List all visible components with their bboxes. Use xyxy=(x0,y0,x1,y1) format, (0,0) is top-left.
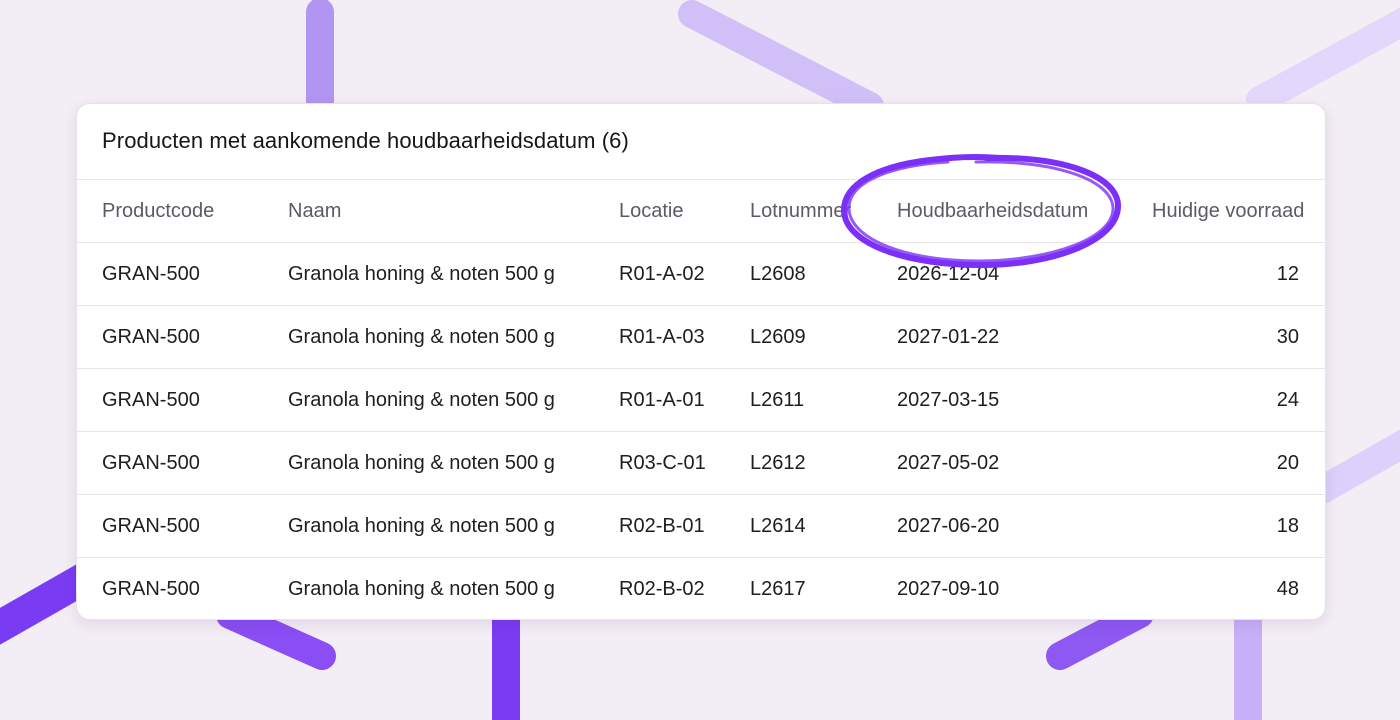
cell-productcode: GRAN-500 xyxy=(102,577,200,600)
cell-locatie: R01-A-03 xyxy=(619,305,750,369)
cell-houdbaarheidsdatum: 2027-06-20 xyxy=(897,494,1152,558)
cell-huidige-voorraad: 20 xyxy=(1152,431,1325,495)
cell-lotnummer: L2617 xyxy=(750,577,806,600)
products-table: Productcode Naam Locatie Lotnummer Houdb… xyxy=(77,180,1325,620)
table-row[interactable]: GRAN-500 Granola honing & noten 500 g R0… xyxy=(77,305,1325,369)
cell-naam: Granola honing & noten 500 g xyxy=(288,431,619,495)
cell-naam: Granola honing & noten 500 g xyxy=(288,494,619,558)
cell-houdbaarheidsdatum: 2026-12-04 xyxy=(897,242,1152,306)
cell-locatie: R03-C-01 xyxy=(619,431,750,495)
cell-huidige-voorraad: 30 xyxy=(1152,305,1325,369)
cell-locatie: R01-A-01 xyxy=(619,368,750,432)
table-header-row: Productcode Naam Locatie Lotnummer Houdb… xyxy=(77,180,1325,243)
cell-locatie: R01-A-02 xyxy=(619,242,750,306)
column-header-houdbaarheidsdatum[interactable]: Houdbaarheidsdatum xyxy=(897,180,1152,243)
cell-lotnummer: L2611 xyxy=(750,368,897,432)
cell-houdbaarheidsdatum: 2027-01-22 xyxy=(897,305,1152,369)
cell-naam: Granola honing & noten 500 g xyxy=(288,577,555,600)
cell-productcode: GRAN-500 xyxy=(77,368,288,432)
column-header-productcode[interactable]: Productcode xyxy=(77,180,288,243)
table-row[interactable]: GRAN-500 Granola honing & noten 500 g R0… xyxy=(77,368,1325,432)
cell-huidige-voorraad: 24 xyxy=(1152,368,1325,432)
cell-productcode: GRAN-500 xyxy=(77,242,288,306)
cell-lotnummer: L2614 xyxy=(750,494,897,558)
cell-houdbaarheidsdatum: 2027-03-15 xyxy=(897,368,1152,432)
column-header-locatie[interactable]: Locatie xyxy=(619,180,750,243)
column-header-lotnummer[interactable]: Lotnummer xyxy=(750,180,897,243)
cell-huidige-voorraad: 48 xyxy=(1276,577,1299,600)
table-row[interactable]: GRAN-500 Granola honing & noten 500 g R0… xyxy=(77,242,1325,306)
cell-huidige-voorraad: 18 xyxy=(1152,494,1325,558)
column-header-huidige-voorraad[interactable]: Huidige voorraad xyxy=(1152,180,1325,243)
cell-lotnummer: L2612 xyxy=(750,431,897,495)
cell-locatie: R02-B-01 xyxy=(619,494,750,558)
expiring-products-panel: Producten met aankomende houdbaarheidsda… xyxy=(76,103,1326,620)
cell-naam: Granola honing & noten 500 g xyxy=(288,305,619,369)
cell-productcode: GRAN-500 xyxy=(77,494,288,558)
cell-lotnummer: L2609 xyxy=(750,305,897,369)
table-row[interactable]: GRAN-500 Granola honing & noten 500 g R0… xyxy=(77,558,1325,620)
cell-naam: Granola honing & noten 500 g xyxy=(288,368,619,432)
cell-productcode: GRAN-500 xyxy=(77,431,288,495)
column-header-naam[interactable]: Naam xyxy=(288,180,619,243)
cell-productcode: GRAN-500 xyxy=(77,305,288,369)
cell-houdbaarheidsdatum: 2027-09-10 xyxy=(897,577,1000,600)
table-row[interactable]: GRAN-500 Granola honing & noten 500 g R0… xyxy=(77,431,1325,495)
panel-title: Producten met aankomende houdbaarheidsda… xyxy=(102,128,629,153)
cell-huidige-voorraad: 12 xyxy=(1152,242,1325,306)
cell-locatie: R02-B-02 xyxy=(619,577,705,600)
panel-header: Producten met aankomende houdbaarheidsda… xyxy=(77,104,1325,180)
cell-lotnummer: L2608 xyxy=(750,242,897,306)
cell-houdbaarheidsdatum: 2027-05-02 xyxy=(897,431,1152,495)
table-row[interactable]: GRAN-500 Granola honing & noten 500 g R0… xyxy=(77,494,1325,558)
cell-naam: Granola honing & noten 500 g xyxy=(288,242,619,306)
